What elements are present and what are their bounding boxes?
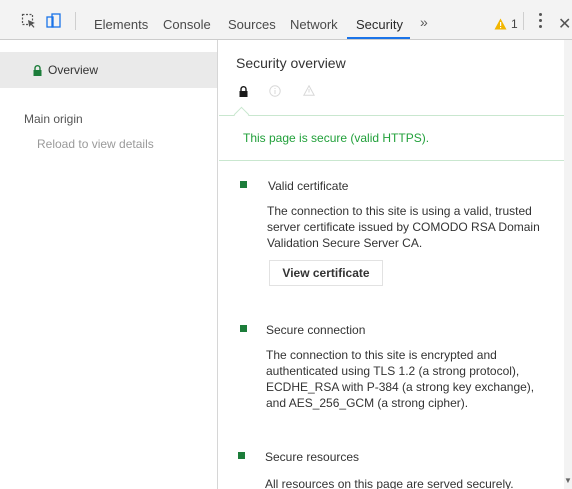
resources-description: All resources on this page are served se…: [265, 476, 565, 489]
active-tab-indicator: [347, 37, 410, 39]
sidebar-item-label: Overview: [48, 63, 99, 77]
warning-outline-icon: [302, 84, 316, 99]
text-line: authenticated using TLS 1.2 (a strong pr…: [266, 364, 520, 378]
tab-console[interactable]: Console: [163, 17, 211, 32]
warning-icon: [494, 18, 507, 30]
vertical-scrollbar[interactable]: [564, 40, 572, 489]
more-options-icon[interactable]: [539, 13, 543, 29]
warning-count: 1: [511, 17, 518, 31]
secure-lock-icon: [239, 86, 248, 100]
secure-status-bullet: [238, 452, 245, 459]
text-line: and AES_256_GCM (a strong cipher).: [266, 396, 469, 410]
toolbar-divider: [75, 12, 76, 30]
connection-section-title: Secure connection: [266, 323, 366, 337]
summary-pointer: [233, 106, 250, 123]
tab-sources[interactable]: Sources: [228, 17, 276, 32]
page-title: Security overview: [236, 55, 346, 71]
connection-description: The connection to this site is encrypted…: [266, 347, 566, 411]
device-toggle-icon[interactable]: [46, 13, 62, 29]
secure-status-bullet: [240, 181, 247, 188]
sidebar-item-overview[interactable]: Overview: [0, 52, 217, 88]
main-origin-heading: Main origin: [24, 112, 83, 126]
inspect-element-icon[interactable]: [21, 13, 37, 29]
more-tabs-button[interactable]: »: [420, 14, 428, 30]
close-icon[interactable]: ✕: [558, 14, 571, 34]
certificate-section-title: Valid certificate: [268, 179, 349, 193]
resources-section-title: Secure resources: [265, 450, 360, 464]
tab-network[interactable]: Network: [290, 17, 338, 32]
lock-icon: [33, 65, 42, 79]
security-overview-panel: Security overview This page is secure (v…: [219, 40, 564, 489]
text-line: The connection to this site is using a v…: [267, 204, 532, 218]
reload-hint: Reload to view details: [37, 137, 154, 151]
info-icon: [269, 85, 281, 100]
devtools-toolbar: Elements Console Sources Network Securit…: [0, 0, 572, 40]
security-summary: This page is secure (valid HTTPS).: [243, 131, 430, 145]
text-line: ECDHE_RSA with P-384 (a strong key excha…: [266, 380, 535, 394]
warnings-counter[interactable]: 1: [494, 16, 518, 32]
scroll-down-arrow-icon[interactable]: ▼: [564, 476, 572, 485]
text-line: server certificate issued by COMODO RSA …: [267, 220, 540, 234]
view-certificate-button[interactable]: View certificate: [269, 260, 383, 286]
summary-divider: [219, 115, 564, 116]
security-sidebar: Overview Main origin Reload to view deta…: [0, 40, 218, 489]
certificate-description: The connection to this site is using a v…: [267, 203, 567, 251]
secure-status-bullet: [240, 325, 247, 332]
text-line: The connection to this site is encrypted…: [266, 348, 497, 362]
toolbar-divider: [523, 12, 524, 30]
text-line: Validation Secure Server CA.: [267, 236, 423, 250]
text-line: All resources on this page are served se…: [265, 477, 514, 489]
summary-divider: [219, 160, 564, 161]
tab-elements[interactable]: Elements: [94, 17, 148, 32]
tab-security[interactable]: Security: [356, 17, 403, 32]
